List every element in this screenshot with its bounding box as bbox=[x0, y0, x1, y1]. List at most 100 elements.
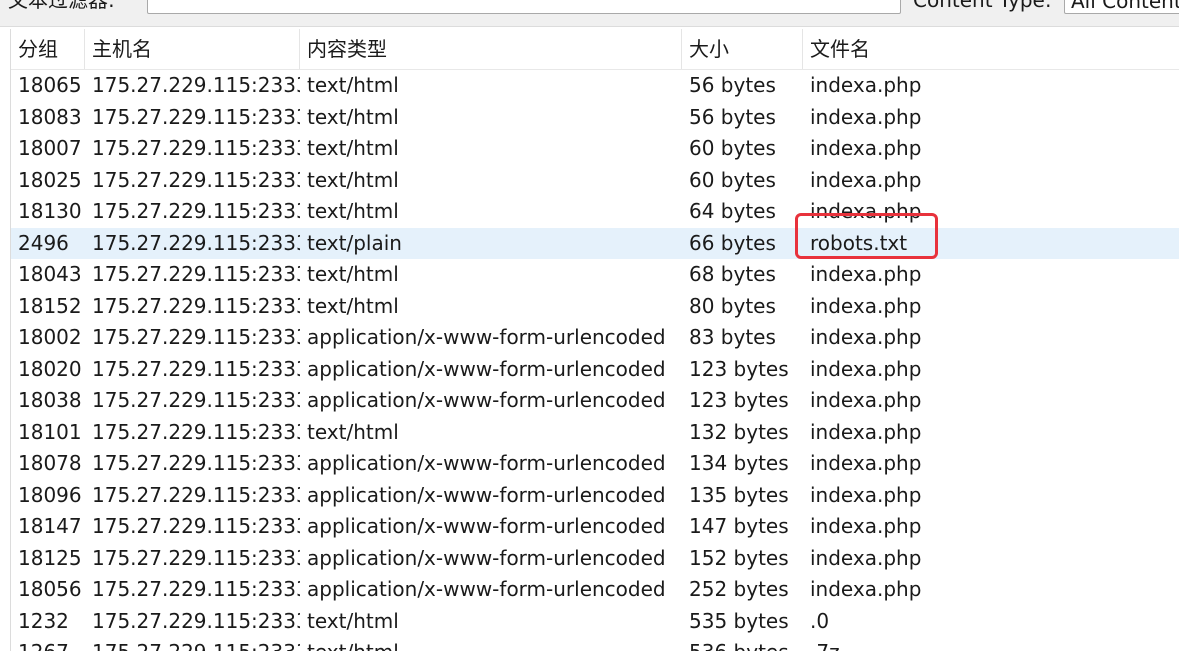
table-row[interactable]: 18056 175.27.229.115:2333 application/x-ww… bbox=[11, 574, 1179, 606]
cell-filename: indexa.php bbox=[810, 514, 922, 538]
table-row[interactable]: 18002 175.27.229.115:2333 application/x-ww… bbox=[11, 322, 1179, 354]
text-filter-input[interactable] bbox=[147, 0, 901, 14]
cell-size: 123 bytes bbox=[689, 356, 789, 381]
cell-size: 123 bytes bbox=[689, 388, 789, 412]
cell-filename: indexa.php bbox=[810, 262, 922, 286]
cell-content-type: application/x-www-form-urlencoded bbox=[307, 545, 666, 570]
cell-hostname: 175.27.229.115:2333 bbox=[92, 293, 300, 318]
objects-table: 分组 主机名 内容类型 大小 ^ 文件名 18065 175.27.229.115… bbox=[10, 29, 1179, 651]
cell-content-type: application/x-www-form-urlencoded bbox=[307, 451, 666, 475]
cell-filename: indexa.php bbox=[810, 388, 922, 412]
table-row[interactable]: 18101 175.27.229.115:2333 text/html 132 byt… bbox=[11, 417, 1179, 449]
cell-size: 135 bytes bbox=[689, 482, 789, 507]
cell-hostname: 175.27.229.115:2333 bbox=[92, 577, 300, 601]
cell-size: 152 bytes bbox=[689, 545, 789, 570]
table-row[interactable]: 18025 175.27.229.115:2333 text/html 60 byte… bbox=[11, 165, 1179, 197]
cell-packet: 18096 bbox=[18, 482, 82, 507]
sort-ascending-icon: ^ bbox=[732, 29, 744, 35]
cell-hostname: 175.27.229.115:2333 bbox=[92, 73, 300, 97]
cell-size: 80 bytes bbox=[689, 293, 776, 318]
cell-hostname: 175.27.229.115:2333 bbox=[92, 230, 300, 255]
table-row[interactable]: 18083 175.27.229.115:2333 text/html 56 byte… bbox=[11, 102, 1179, 134]
table-row[interactable]: 2496 175.27.229.115:2333 text/plain 66 byte… bbox=[11, 227, 1179, 259]
cell-content-type: application/x-www-form-urlencoded bbox=[307, 356, 666, 381]
cell-packet: 18002 bbox=[18, 325, 82, 349]
cell-content-type: text/html bbox=[307, 73, 399, 97]
column-header-size-label: 大小 bbox=[689, 37, 729, 61]
cell-size: 56 bytes bbox=[689, 104, 776, 129]
cell-filename: robots.txt bbox=[810, 230, 908, 255]
cell-hostname: 175.27.229.115:2333 bbox=[92, 482, 300, 507]
table-row[interactable]: 18096 175.27.229.115:2333 application/x-ww… bbox=[11, 480, 1179, 512]
column-header-size[interactable]: 大小 ^ bbox=[682, 29, 803, 69]
cell-filename: indexa.php bbox=[810, 577, 922, 601]
cell-hostname: 175.27.229.115:2333 bbox=[92, 545, 300, 570]
column-header-filename[interactable]: 文件名 bbox=[803, 29, 1179, 69]
cell-hostname: 175.27.229.115:2333 bbox=[92, 608, 300, 633]
cell-packet: 18007 bbox=[18, 136, 82, 160]
table-row[interactable]: 18020 175.27.229.115:2333 application/x-ww… bbox=[11, 354, 1179, 386]
cell-hostname: 175.27.229.115:2333 bbox=[92, 451, 300, 475]
cell-size: 56 bytes bbox=[689, 73, 776, 97]
cell-content-type: application/x-www-form-urlencoded bbox=[307, 514, 666, 538]
cell-hostname: 175.27.229.115:2333 bbox=[92, 262, 300, 286]
cell-packet: 18125 bbox=[18, 545, 82, 570]
cell-content-type: text/html bbox=[300, 637, 682, 651]
content-type-dropdown[interactable]: All Content bbox=[1064, 0, 1179, 14]
cell-hostname: 175.27.229.115:2333 bbox=[92, 199, 300, 223]
cell-content-type: text/html bbox=[307, 136, 399, 160]
cell-packet: 18020 bbox=[18, 356, 82, 381]
cell-content-type: text/html bbox=[307, 167, 399, 192]
cell-content-type: application/x-www-form-urlencoded bbox=[307, 482, 666, 507]
cell-size: 252 bytes bbox=[689, 577, 789, 601]
filter-bar: 文本过滤器: Content Type: All Content bbox=[0, 0, 1179, 27]
cell-size: 60 bytes bbox=[689, 136, 776, 160]
cell-size: 66 bytes bbox=[689, 230, 776, 255]
table-row[interactable]: 18038 175.27.229.115:2333 application/x-ww… bbox=[11, 385, 1179, 417]
cell-packet: 18078 bbox=[18, 451, 82, 475]
cell-size: 132 bytes bbox=[689, 419, 789, 444]
table-row[interactable]: 18007 175.27.229.115:2333 text/html 60 byte… bbox=[11, 133, 1179, 165]
cell-filename: indexa.php bbox=[810, 356, 922, 381]
cell-filename: indexa.php bbox=[810, 136, 922, 160]
cell-packet: 18065 bbox=[18, 73, 82, 97]
cell-hostname: 175.27.229.115:2333 bbox=[92, 388, 300, 412]
cell-hostname: 175.27.229.115:2333 bbox=[92, 325, 300, 349]
cell-packet: 18025 bbox=[18, 167, 82, 192]
table-row[interactable]: 1232 175.27.229.115:2333 text/html 535 byte… bbox=[11, 606, 1179, 638]
column-header-packet[interactable]: 分组 bbox=[11, 29, 85, 69]
cell-packet: 18130 bbox=[18, 199, 82, 223]
table-row[interactable]: 1267175.27.229.115:2333text/html536 byte… bbox=[11, 637, 1179, 651]
text-filter-label: 文本过滤器: bbox=[8, 0, 115, 12]
cell-filename: indexa.php bbox=[810, 293, 922, 318]
cell-size: 134 bytes bbox=[689, 451, 789, 475]
cell-content-type: application/x-www-form-urlencoded bbox=[307, 325, 666, 349]
cell-packet: 18038 bbox=[18, 388, 82, 412]
cell-content-type: text/html bbox=[307, 293, 399, 318]
table-header: 分组 主机名 内容类型 大小 ^ 文件名 bbox=[11, 29, 1179, 70]
cell-size: 147 bytes bbox=[689, 514, 789, 538]
table-row[interactable]: 18078 175.27.229.115:2333 application/x-ww… bbox=[11, 448, 1179, 480]
cell-filename: indexa.php bbox=[810, 419, 922, 444]
cell-filename: .7z bbox=[803, 637, 1179, 651]
cell-filename: indexa.php bbox=[810, 73, 922, 97]
column-header-content-type[interactable]: 内容类型 bbox=[300, 29, 682, 69]
cell-filename: indexa.php bbox=[810, 451, 922, 475]
table-row[interactable]: 18125 175.27.229.115:2333 application/x-ww… bbox=[11, 543, 1179, 575]
table-row[interactable]: 18043 175.27.229.115:2333 text/html 68 byte… bbox=[11, 259, 1179, 291]
column-header-hostname[interactable]: 主机名 bbox=[85, 29, 300, 69]
table-row[interactable]: 18065 175.27.229.115:2333 text/html 56 byte… bbox=[11, 70, 1179, 102]
table-row[interactable]: 18147 175.27.229.115:2333 application/x-ww… bbox=[11, 511, 1179, 543]
table-row[interactable]: 18130 175.27.229.115:2333 text/html 64 byte… bbox=[11, 196, 1179, 228]
cell-size: 68 bytes bbox=[689, 262, 776, 286]
cell-filename: indexa.php bbox=[810, 482, 922, 507]
cell-filename: .0 bbox=[810, 608, 830, 633]
cell-packet: 2496 bbox=[18, 230, 69, 255]
cell-content-type: text/plain bbox=[307, 230, 402, 255]
table-row[interactable]: 18152 175.27.229.115:2333 text/html 80 byte… bbox=[11, 291, 1179, 323]
cell-packet: 18147 bbox=[18, 514, 82, 538]
content-type-label: Content Type: bbox=[913, 0, 1052, 12]
cell-filename: indexa.php bbox=[810, 325, 922, 349]
cell-hostname: 175.27.229.115:2333 bbox=[92, 167, 300, 192]
table-body: 18065 175.27.229.115:2333 text/html 56 byte… bbox=[11, 70, 1179, 651]
